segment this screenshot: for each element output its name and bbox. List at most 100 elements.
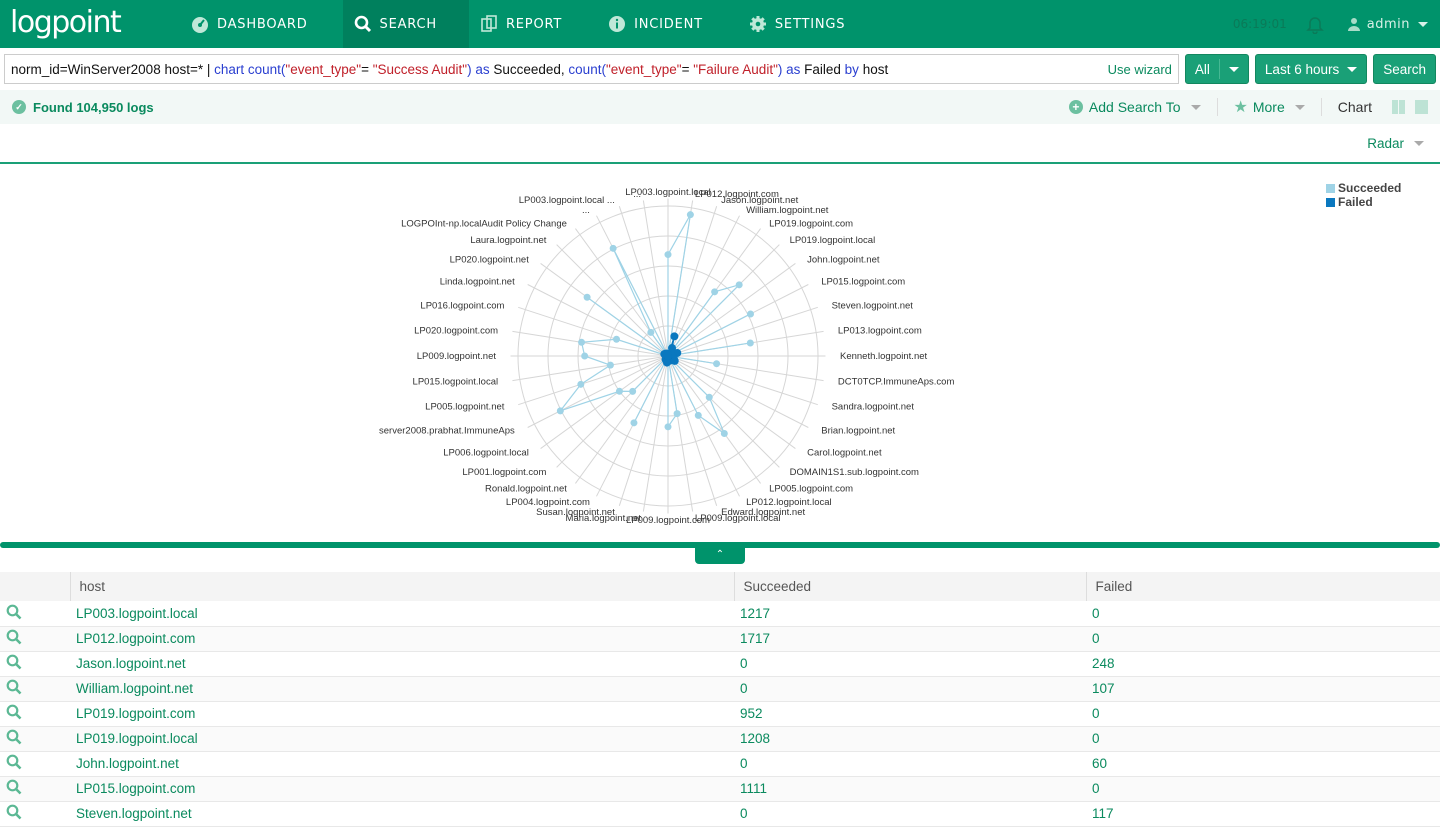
- use-wizard-link[interactable]: Use wizard: [1108, 62, 1172, 77]
- table-row[interactable]: LP015.logpoint.com 1111 0: [0, 776, 1440, 802]
- cell-host[interactable]: William.logpoint.net: [70, 676, 734, 702]
- cell-host[interactable]: LP012.logpoint.com: [70, 626, 734, 652]
- nav-incident[interactable]: INCIDENT: [597, 0, 738, 48]
- column-header-failed[interactable]: Failed: [1085, 572, 1440, 601]
- row-search-cell[interactable]: [0, 751, 70, 777]
- table-row[interactable]: William.logpoint.net 0 107: [0, 676, 1440, 702]
- cell-host[interactable]: LP019.logpoint.com: [70, 701, 734, 727]
- row-search-cell[interactable]: [0, 676, 70, 702]
- add-search-to-dropdown[interactable]: + Add Search To: [1068, 99, 1201, 115]
- cell-failed[interactable]: 0: [1086, 776, 1440, 802]
- column-header-succeeded[interactable]: Succeeded: [733, 572, 1086, 601]
- cell-succeeded[interactable]: 1217: [734, 601, 1086, 627]
- succeeded-data-point: [720, 430, 728, 438]
- cell-failed[interactable]: 0: [1086, 626, 1440, 652]
- table-row[interactable]: LP019.logpoint.local 1208 0: [0, 726, 1440, 752]
- search-icon[interactable]: [6, 779, 22, 795]
- legend-item-failed[interactable]: Failed: [1326, 195, 1401, 209]
- cell-failed[interactable]: 0: [1086, 726, 1440, 752]
- row-search-cell[interactable]: [0, 726, 70, 752]
- nav-report[interactable]: REPORT: [469, 0, 597, 48]
- cell-failed[interactable]: 117: [1086, 801, 1440, 827]
- cell-failed[interactable]: 107: [1086, 676, 1440, 702]
- full-layout-icon[interactable]: [1415, 100, 1428, 114]
- search-button[interactable]: Search: [1373, 54, 1436, 84]
- search-row: norm_id=WinServer2008 host=* | chart cou…: [0, 48, 1440, 90]
- chevron-down-icon[interactable]: [1228, 66, 1239, 72]
- search-query-input[interactable]: norm_id=WinServer2008 host=* | chart cou…: [4, 54, 1179, 84]
- row-search-cell[interactable]: [0, 801, 70, 827]
- row-search-cell[interactable]: [0, 626, 70, 652]
- search-icon[interactable]: [6, 729, 22, 745]
- radar-axis-label: LP019.logpoint.com: [769, 218, 853, 229]
- row-search-cell[interactable]: [0, 601, 70, 627]
- cell-host[interactable]: LP019.logpoint.local: [70, 726, 734, 752]
- chart-type-dropdown[interactable]: Radar: [1367, 136, 1424, 151]
- row-search-cell[interactable]: [0, 776, 70, 802]
- cell-succeeded[interactable]: 0: [734, 676, 1086, 702]
- nav-search[interactable]: SEARCH: [342, 0, 469, 48]
- cell-succeeded[interactable]: 1208: [734, 726, 1086, 752]
- radar-axis-label: LP001.logpoint.com: [462, 467, 546, 478]
- radar-axis-label: Sandra.logpoint.net: [832, 402, 915, 413]
- scope-dropdown[interactable]: All: [1184, 54, 1249, 84]
- cell-host[interactable]: LP015.logpoint.com: [70, 776, 734, 802]
- cell-host[interactable]: John.logpoint.net: [70, 751, 734, 777]
- table-row[interactable]: LP012.logpoint.com 1717 0: [0, 626, 1440, 652]
- user-menu[interactable]: admin: [1347, 17, 1428, 32]
- search-icon[interactable]: [6, 804, 22, 820]
- table-row[interactable]: Steven.logpoint.net 0 117: [0, 801, 1440, 827]
- search-icon[interactable]: [6, 679, 22, 695]
- column-header-host[interactable]: host: [69, 572, 734, 601]
- more-dropdown[interactable]: ★ More: [1234, 97, 1305, 117]
- table-row[interactable]: LP019.logpoint.com 952 0: [0, 701, 1440, 727]
- logpoint-logo[interactable]: logpoint: [0, 0, 180, 48]
- cell-host[interactable]: Steven.logpoint.net: [70, 801, 734, 827]
- cell-failed[interactable]: 0: [1086, 701, 1440, 727]
- query-text[interactable]: norm_id=WinServer2008 host=* | chart cou…: [11, 62, 1098, 77]
- split-layout-icon[interactable]: [1392, 100, 1405, 114]
- search-icon[interactable]: [6, 704, 22, 720]
- time-range-dropdown[interactable]: Last 6 hours: [1254, 54, 1368, 84]
- row-search-cell[interactable]: [0, 701, 70, 727]
- succeeded-data-point: [664, 251, 672, 259]
- cell-host[interactable]: LP003.logpoint.local: [70, 601, 734, 627]
- row-search-cell[interactable]: [0, 651, 70, 677]
- table-row[interactable]: LP003.logpoint.local 1217 0: [0, 601, 1440, 627]
- cell-succeeded[interactable]: 0: [734, 651, 1086, 677]
- collapse-toggle[interactable]: ⌃: [695, 546, 745, 564]
- pane-splitter[interactable]: ⌃: [0, 542, 1440, 564]
- legend-item-succeeded[interactable]: Succeeded: [1326, 181, 1401, 195]
- nav-incident-label: INCIDENT: [634, 16, 703, 32]
- radar-axis-label: DCT0TCP.ImmuneAps.com: [838, 377, 955, 388]
- nav-dashboard-label: DASHBOARD: [217, 16, 308, 32]
- bell-icon[interactable]: [1305, 14, 1325, 35]
- query-token: "event_type": [285, 61, 362, 77]
- search-icon[interactable]: [6, 629, 22, 645]
- cell-succeeded[interactable]: 0: [734, 751, 1086, 777]
- radar-axis-label: LP006.logpoint.local: [443, 447, 529, 458]
- query-token: Succeeded,: [493, 61, 569, 77]
- table-row[interactable]: Jason.logpoint.net 0 248: [0, 651, 1440, 677]
- cell-failed[interactable]: 0: [1086, 601, 1440, 627]
- radar-spoke: [518, 355, 669, 406]
- table-row[interactable]: John.logpoint.net 0 60: [0, 751, 1440, 777]
- cell-succeeded[interactable]: 1717: [734, 626, 1086, 652]
- search-icon[interactable]: [6, 604, 22, 620]
- succeeded-data-point: [735, 281, 743, 289]
- cell-host[interactable]: Jason.logpoint.net: [70, 651, 734, 677]
- radar-axis-label: John.logpoint.net: [807, 255, 880, 266]
- cell-succeeded[interactable]: 1111: [734, 776, 1086, 802]
- nav-settings[interactable]: SETTINGS: [738, 0, 880, 48]
- nav-dashboard[interactable]: DASHBOARD: [180, 0, 343, 48]
- search-icon[interactable]: [6, 654, 22, 670]
- cell-failed[interactable]: 248: [1086, 651, 1440, 677]
- succeeded-data-point: [578, 338, 586, 346]
- cell-failed[interactable]: 60: [1086, 751, 1440, 777]
- nav-search-label: SEARCH: [379, 16, 437, 32]
- cell-succeeded[interactable]: 952: [734, 701, 1086, 727]
- search-icon[interactable]: [6, 754, 22, 770]
- cell-succeeded[interactable]: 0: [734, 801, 1086, 827]
- found-count: ✓ Found 104,950 logs: [12, 100, 154, 115]
- found-text: Found 104,950 logs: [33, 99, 154, 115]
